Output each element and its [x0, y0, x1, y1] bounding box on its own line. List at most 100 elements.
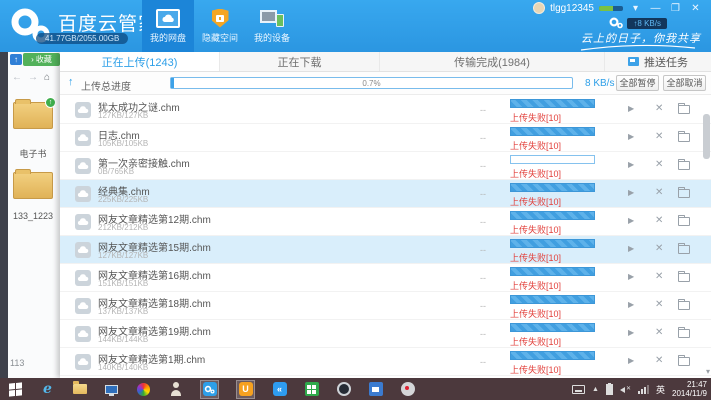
open-folder-button[interactable]	[678, 273, 690, 282]
cancel-all-button[interactable]: 全部取消	[663, 75, 706, 91]
mini-logo-icon	[609, 17, 624, 29]
file-row[interactable]: 犹太成功之谜.chm 127KB/127KB -- 上传失败[10] ▶ ✕	[60, 96, 711, 124]
cancel-button[interactable]: ✕	[655, 243, 663, 254]
nav-tab-hidden-space[interactable]: 隐藏空间	[194, 0, 246, 52]
cancel-button[interactable]: ✕	[655, 271, 663, 282]
cancel-button[interactable]: ✕	[655, 159, 663, 170]
touch-keyboard-icon[interactable]	[572, 385, 585, 394]
minimize-button[interactable]: —	[648, 3, 663, 14]
upload-arrow-icon: ↑	[68, 76, 74, 88]
cancel-button[interactable]: ✕	[655, 355, 663, 366]
clock[interactable]: 21:47 2014/11/9	[672, 380, 707, 398]
start-button[interactable]: ▶	[628, 132, 634, 141]
upload-progress-header: ↑ 上传总进度 0.7% 8 KB/s 全部暂停 全部取消	[60, 72, 711, 95]
start-button[interactable]: ▶	[628, 356, 634, 365]
open-folder-button[interactable]	[678, 329, 690, 338]
start-button[interactable]: ▶	[628, 188, 634, 197]
start-button[interactable]: ▶	[628, 272, 634, 281]
file-speed: --	[480, 301, 486, 311]
scrollbar[interactable]: ▾	[703, 96, 710, 376]
tab-completed[interactable]: 传输完成(1984)	[380, 52, 605, 71]
internet-explorer-icon[interactable]: e	[40, 382, 55, 397]
open-folder-button[interactable]	[678, 161, 690, 170]
start-button[interactable]: ▶	[628, 160, 634, 169]
folder-ebooks[interactable]: ↑	[13, 102, 53, 129]
forward-icon[interactable]: →	[28, 72, 38, 83]
open-folder-button[interactable]	[678, 245, 690, 254]
folder-133-1223[interactable]	[13, 172, 53, 199]
file-row[interactable]: 经典集.chm 225KB/225KB -- 上传失败[10] ▶ ✕	[60, 180, 711, 208]
menu-arrow-icon[interactable]: ▾	[628, 3, 643, 14]
xunlei-icon[interactable]: «	[272, 382, 287, 397]
file-row[interactable]: 网友文章精选第1期.chm 140KB/140KB -- 上传失败[10] ▶ …	[60, 348, 711, 376]
scrollbar-thumb[interactable]	[703, 114, 710, 159]
file-row[interactable]: 网友文章精选第12期.chm 212KB/212KB -- 上传失败[10] ▶…	[60, 208, 711, 236]
tab-downloading[interactable]: 正在下载	[220, 52, 380, 71]
open-folder-button[interactable]	[678, 133, 690, 142]
desktop-monitor-icon[interactable]	[104, 382, 119, 397]
file-size: 137KB/137KB	[98, 307, 148, 316]
file-row[interactable]: 日志.chm 105KB/105KB -- 上传失败[10] ▶ ✕	[60, 124, 711, 152]
favorite-button[interactable]: › 收藏	[23, 53, 60, 66]
home-icon[interactable]: ⌂	[44, 72, 50, 83]
start-button[interactable]: ▶	[628, 300, 634, 309]
cancel-button[interactable]: ✕	[655, 131, 663, 142]
file-row[interactable]: 网友文章精选第15期.chm 127KB/127KB -- 上传失败[10] ▶…	[60, 236, 711, 264]
speaker-muted-icon[interactable]	[620, 384, 631, 394]
open-folder-button[interactable]	[678, 189, 690, 198]
cancel-button[interactable]: ✕	[655, 215, 663, 226]
upload-status: 上传失败[10]	[510, 279, 561, 292]
start-button[interactable]	[8, 382, 23, 397]
grey-round-app-icon[interactable]	[400, 382, 415, 397]
nav-tab-label: 我的设备	[254, 31, 290, 44]
clock-app-icon[interactable]	[336, 382, 351, 397]
language-indicator[interactable]: 英	[656, 383, 665, 396]
file-explorer-icon[interactable]	[72, 382, 87, 397]
chm-file-icon	[75, 102, 91, 123]
baidu-cloud-taskbar-icon[interactable]	[200, 380, 219, 399]
open-folder-button[interactable]	[678, 357, 690, 366]
blue-app-icon[interactable]	[368, 382, 383, 397]
start-button[interactable]: ▶	[628, 104, 634, 113]
scroll-down-icon[interactable]: ▾	[706, 367, 710, 376]
cancel-button[interactable]: ✕	[655, 327, 663, 338]
battery-icon[interactable]	[606, 384, 613, 395]
green-app-icon[interactable]	[304, 382, 319, 397]
file-row[interactable]: 网友文章精选第19期.chm 144KB/144KB -- 上传失败[10] ▶…	[60, 320, 711, 348]
upload-icon[interactable]: ↑	[10, 54, 22, 65]
file-row[interactable]: 网友文章精选第16期.chm 151KB/151KB -- 上传失败[10] ▶…	[60, 264, 711, 292]
username[interactable]: tlgg12345	[550, 3, 594, 14]
tab-uploading[interactable]: 正在上传(1243)	[60, 52, 220, 71]
pause-all-button[interactable]: 全部暂停	[616, 75, 659, 91]
row-progress-bar	[510, 183, 595, 192]
person-app-icon[interactable]	[168, 382, 183, 397]
back-icon[interactable]: ←	[12, 72, 22, 83]
cancel-button[interactable]: ✕	[655, 187, 663, 198]
restore-button[interactable]: ❐	[668, 3, 683, 14]
nav-tab-my-netdisk[interactable]: 我的网盘	[142, 0, 194, 52]
avatar[interactable]	[533, 2, 545, 14]
uc-browser-icon[interactable]: U	[236, 380, 255, 399]
cancel-button[interactable]: ✕	[655, 299, 663, 310]
network-signal-icon[interactable]	[638, 385, 649, 394]
cancel-button[interactable]: ✕	[655, 103, 663, 114]
upload-status: 上传失败[10]	[510, 251, 561, 264]
start-button[interactable]: ▶	[628, 244, 634, 253]
file-row[interactable]: 网友文章精选第18期.chm 137KB/137KB -- 上传失败[10] ▶…	[60, 292, 711, 320]
tray-expand-icon[interactable]: ▲	[592, 386, 599, 393]
pinwheel-app-icon[interactable]	[136, 382, 151, 397]
open-folder-button[interactable]	[678, 301, 690, 310]
row-progress-bar	[510, 211, 595, 220]
open-folder-button[interactable]	[678, 105, 690, 114]
start-button[interactable]: ▶	[628, 216, 634, 225]
row-progress-bar	[510, 295, 595, 304]
file-row[interactable]: 第一次亲密接触.chm 0B/765KB -- 上传失败[10] ▶ ✕	[60, 152, 711, 180]
tab-push-task[interactable]: 推送任务	[605, 52, 711, 71]
nav-tab-my-devices[interactable]: 我的设备	[246, 0, 298, 52]
close-button[interactable]: ✕	[688, 3, 703, 14]
open-folder-button[interactable]	[678, 217, 690, 226]
start-button[interactable]: ▶	[628, 328, 634, 337]
upload-status: 上传失败[10]	[510, 167, 561, 180]
folder-133-1223-label: 133_1223	[5, 211, 61, 221]
file-size: 127KB/127KB	[98, 251, 148, 260]
